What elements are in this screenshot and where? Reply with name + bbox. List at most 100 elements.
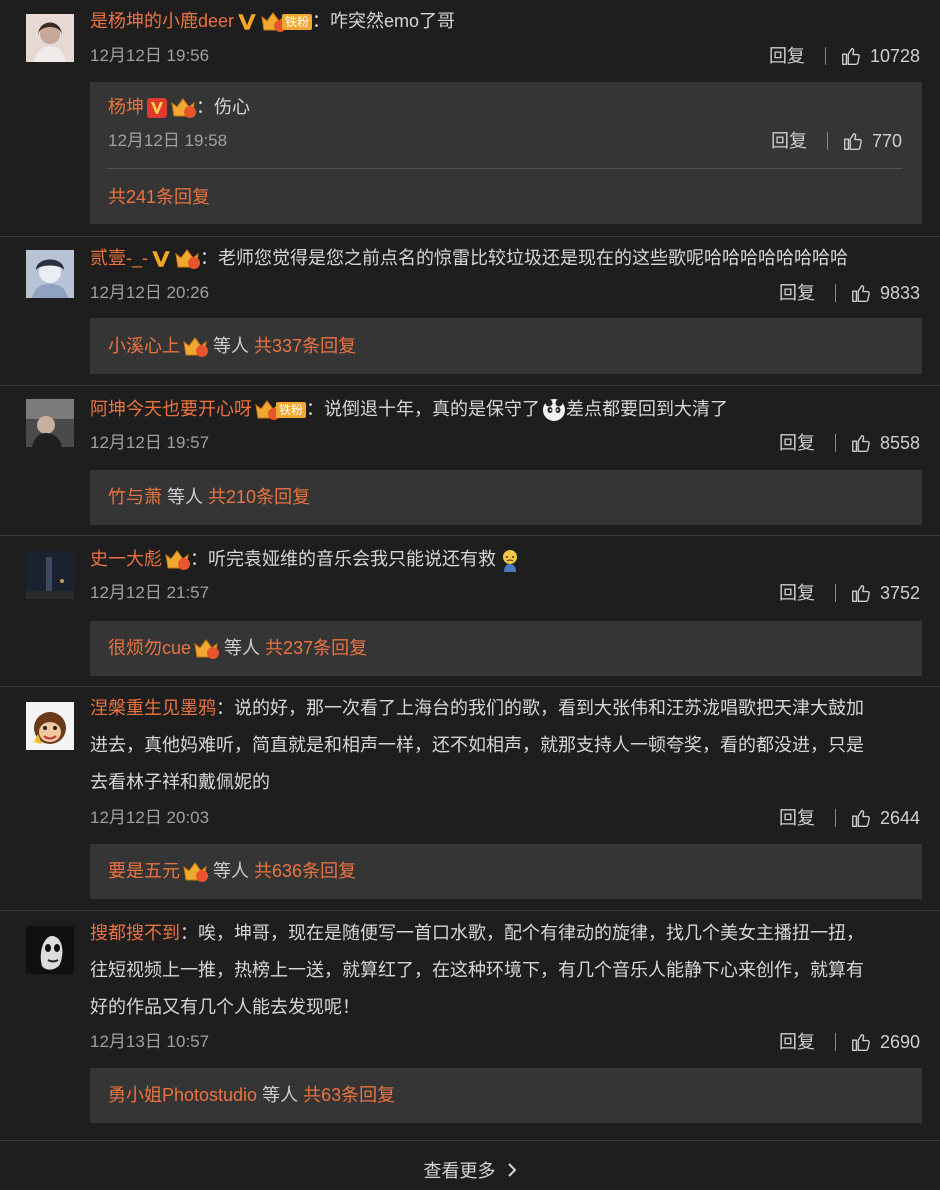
comment-text-line2: 进去，真他妈难听，简直就是和相声一样，还不如相声，就那支持人一顿夸奖，看的都没进… xyxy=(90,735,864,755)
reply-text: 伤心 xyxy=(214,97,250,117)
divider xyxy=(824,47,826,65)
avatar[interactable] xyxy=(26,399,74,447)
timestamp: 12月12日 20:26 xyxy=(90,283,210,302)
preview-etc: 等人 xyxy=(213,336,250,356)
reply-button[interactable]: 回复 xyxy=(779,803,815,833)
comment-text-line2: 往短视频上一推，热榜上一送，就算红了，在这种环境下，有几个音乐人能静下心来创作，… xyxy=(90,960,864,980)
like-button[interactable]: 2644 xyxy=(850,803,920,833)
comment-text-line1: 说的好，那一次看了上海台的我们的歌，看到大张伟和汪苏泷唱歌把天津大鼓加 xyxy=(234,698,864,718)
like-button[interactable]: 9833 xyxy=(850,278,920,308)
reply-box: 杨坤 ：伤心 12月12日 19:58 回复 770 共241条回复 xyxy=(90,82,922,224)
reply-button[interactable]: 回复 xyxy=(779,578,815,608)
comment-header: 贰壹-_- ：老师您觉得是您之前点名的惊雷比较垃圾还是现在的这些歌呢哈哈哈哈哈哈哈… xyxy=(90,240,920,276)
avatar[interactable] xyxy=(26,926,74,974)
thumbs-up-icon xyxy=(850,582,872,604)
crown-icon xyxy=(193,638,219,660)
divider xyxy=(826,132,828,150)
like-button[interactable]: 10728 xyxy=(840,41,920,71)
like-count: 3752 xyxy=(879,583,920,603)
reply-preview-box[interactable]: 小溪心上 等人 共337条回复 xyxy=(90,318,922,374)
reply-preview-box[interactable]: 勇小姐Photostudio 等人 共63条回复 xyxy=(90,1068,922,1123)
username[interactable]: 是杨坤的小鹿deer xyxy=(90,11,234,31)
comment-text-line3: 去看林子祥和戴佩妮的 xyxy=(90,772,270,792)
total-replies-link[interactable]: 共241条回复 xyxy=(108,182,210,212)
timestamp: 12月12日 19:58 xyxy=(108,131,228,150)
timestamp: 12月13日 10:57 xyxy=(90,1032,210,1051)
total-replies-link[interactable]: 共210条回复 xyxy=(208,487,310,507)
username[interactable]: 史一大彪 xyxy=(90,549,162,569)
reply-preview: 竹与萧 等人 共210条回复 xyxy=(108,482,310,512)
like-button[interactable]: 8558 xyxy=(850,428,920,458)
preview-username[interactable]: 竹与萧 xyxy=(108,487,162,507)
divider xyxy=(834,434,836,452)
like-count: 10728 xyxy=(869,46,920,66)
comment-text-cont: 差点都要回到大清了 xyxy=(566,399,729,419)
reply-preview-box[interactable]: 要是五元 等人 共636条回复 xyxy=(90,844,922,899)
reply-button[interactable]: 回复 xyxy=(771,126,807,156)
timestamp: 12月12日 21:57 xyxy=(90,583,210,602)
avatar[interactable] xyxy=(26,14,74,62)
divider xyxy=(0,1140,940,1141)
preview-username[interactable]: 小溪心上 xyxy=(108,336,180,356)
reply-preview-box[interactable]: 很烦勿cue 等人 共237条回复 xyxy=(90,621,922,676)
panda-emoji-icon xyxy=(543,399,566,422)
like-count: 8558 xyxy=(879,433,920,453)
like-button[interactable]: 770 xyxy=(842,126,902,156)
like-count: 9833 xyxy=(879,283,920,303)
avatar[interactable] xyxy=(26,250,74,298)
comment-meta: 12月12日 20:03 回复 2644 xyxy=(90,803,920,833)
thumbs-up-icon xyxy=(850,1031,872,1053)
crown-icon xyxy=(182,861,208,883)
reply-preview: 小溪心上 等人 共337条回复 xyxy=(108,331,356,361)
reply-button[interactable]: 回复 xyxy=(779,278,815,308)
total-replies-link[interactable]: 共337条回复 xyxy=(254,336,356,356)
comment-body: 涅槃重生见墨鸦：说的好，那一次看了上海台的我们的歌，看到大张伟和汪苏泷唱歌把天津… xyxy=(90,690,920,801)
username[interactable]: 贰壹-_- xyxy=(90,248,148,268)
comment-body: 搜都搜不到：唉，坤哥，现在是随便写一首口水歌，配个有律动的旋律，找几个美女主播扭… xyxy=(90,915,920,1026)
divider xyxy=(0,385,940,386)
preview-username[interactable]: 要是五元 xyxy=(108,861,180,881)
preview-etc: 等人 xyxy=(167,487,204,507)
like-button[interactable]: 2690 xyxy=(850,1027,920,1057)
comment-meta: 12月13日 10:57 回复 2690 xyxy=(90,1027,920,1057)
crying-emoji-icon xyxy=(503,550,517,573)
timestamp: 12月12日 19:56 xyxy=(90,46,210,65)
thumbs-up-icon xyxy=(850,282,872,304)
reply-button[interactable]: 回复 xyxy=(769,41,805,71)
verified-v-icon xyxy=(146,97,168,119)
username[interactable]: 阿坤今天也要开心呀 xyxy=(90,399,252,419)
thumbs-up-icon xyxy=(850,432,872,454)
like-count: 2690 xyxy=(879,1032,920,1052)
timestamp: 12月12日 19:57 xyxy=(90,433,210,452)
reply-button[interactable]: 回复 xyxy=(779,428,815,458)
fan-badge-label: 铁粉 xyxy=(282,14,313,31)
reply-preview: 很烦勿cue 等人 共237条回复 xyxy=(108,633,367,663)
crown-icon xyxy=(174,248,200,270)
divider xyxy=(0,236,940,237)
divider xyxy=(834,284,836,302)
view-more-button[interactable]: 查看更多 xyxy=(0,1157,940,1183)
total-replies-link[interactable]: 共636条回复 xyxy=(254,861,356,881)
reply-preview-box[interactable]: 竹与萧 等人 共210条回复 xyxy=(90,470,922,525)
like-button[interactable]: 3752 xyxy=(850,578,920,608)
comment-text-line3: 好的作品又有几个人能去发现呢！ xyxy=(90,997,360,1017)
reply-button[interactable]: 回复 xyxy=(779,1027,815,1057)
avatar[interactable] xyxy=(26,551,74,599)
preview-username[interactable]: 很烦勿cue xyxy=(108,638,191,658)
thumbs-up-icon xyxy=(840,45,862,67)
comment-text: 听完袁娅维的音乐会我只能说还有救 xyxy=(208,549,496,569)
divider xyxy=(0,910,940,911)
vip-v-icon xyxy=(150,248,172,270)
preview-etc: 等人 xyxy=(224,638,261,658)
comment-text-line1: 唉，坤哥，现在是随便写一首口水歌，配个有律动的旋律，找几个美女主播扭一扭， xyxy=(198,923,864,943)
username[interactable]: 涅槃重生见墨鸦 xyxy=(90,698,216,718)
avatar[interactable] xyxy=(26,702,74,750)
comment-text: 老师您觉得是您之前点名的惊雷比较垃圾还是现在的这些歌呢哈哈哈哈哈哈哈哈 xyxy=(218,248,848,268)
reply-username[interactable]: 杨坤 xyxy=(108,97,144,117)
total-replies-link[interactable]: 共63条回复 xyxy=(303,1085,395,1105)
view-more-label: 查看更多 xyxy=(423,1161,496,1181)
preview-username[interactable]: 勇小姐Photostudio xyxy=(108,1085,257,1105)
total-replies-link[interactable]: 共237条回复 xyxy=(265,638,367,658)
username[interactable]: 搜都搜不到 xyxy=(90,923,180,943)
reply-preview: 勇小姐Photostudio 等人 共63条回复 xyxy=(108,1080,395,1110)
